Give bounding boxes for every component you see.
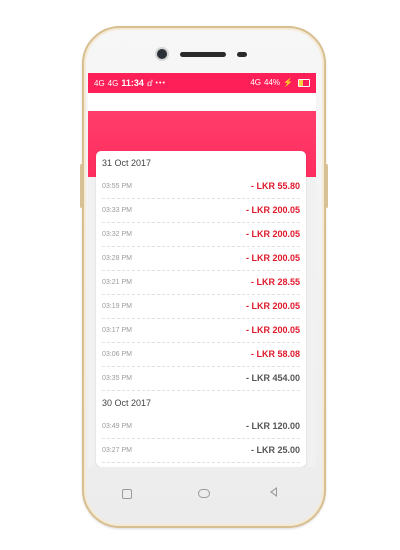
- transaction-amount: - LKR 200.05: [245, 229, 300, 239]
- transaction-row[interactable]: 03:35 PM - LKR 454.00: [102, 367, 300, 391]
- power-button: [325, 164, 328, 208]
- transaction-amount: - LKR 200.05: [245, 205, 300, 215]
- transaction-time: 03:27 PM: [102, 447, 132, 454]
- transaction-row[interactable]: 03:19 PM - LKR 200.05: [102, 295, 300, 319]
- transaction-amount: - LKR 58.08: [250, 349, 300, 359]
- more-notifications-icon: •••: [155, 79, 166, 87]
- transaction-row[interactable]: 03:32 PM - LKR 200.05: [102, 223, 300, 247]
- status-bar-left: 4G 4G 11:34 ⅆ •••: [94, 78, 166, 88]
- earpiece-speaker: [180, 52, 226, 57]
- transaction-time: 03:33 PM: [102, 207, 132, 214]
- navigation-bar: [84, 478, 324, 518]
- transaction-amount: - LKR 120.00: [245, 421, 300, 431]
- transaction-time: 03:55 PM: [102, 183, 132, 190]
- transaction-amount: - LKR 200.05: [245, 325, 300, 335]
- front-camera: [157, 49, 167, 59]
- screen: 4G 4G 11:34 ⅆ ••• 4G 44% ⚡ 31 Oct 2017 0…: [88, 73, 316, 467]
- transaction-row[interactable]: 03:55 PM - LKR 55.80: [102, 175, 300, 199]
- battery-percentage: 44%: [264, 78, 281, 87]
- proximity-sensor: [237, 52, 247, 57]
- transaction-row[interactable]: 03:28 PM - LKR 200.05: [102, 247, 300, 271]
- transaction-amount: - LKR 28.55: [250, 277, 300, 287]
- notification-icon: ⅆ: [146, 78, 153, 88]
- volume-button: [80, 164, 83, 208]
- date-header: 30 Oct 2017: [102, 398, 152, 408]
- transaction-amount: - LKR 55.80: [250, 181, 300, 191]
- transaction-time: 03:32 PM: [102, 231, 132, 238]
- transaction-amount: - LKR 25.00: [250, 445, 300, 455]
- transaction-time: 03:28 PM: [102, 255, 132, 262]
- status-time: 11:34: [121, 78, 144, 88]
- date-header: 31 Oct 2017: [102, 158, 152, 168]
- transaction-amount: - LKR 200.05: [245, 253, 300, 263]
- transaction-row[interactable]: 03:33 PM - LKR 200.05: [102, 199, 300, 223]
- home-icon[interactable]: [198, 489, 210, 498]
- network-label-2: 4G: [107, 78, 119, 88]
- transaction-time: 03:35 PM: [102, 375, 132, 382]
- status-bar: 4G 4G 11:34 ⅆ ••• 4G 44% ⚡: [88, 73, 316, 93]
- transaction-time: 03:17 PM: [102, 327, 132, 334]
- transaction-row[interactable]: 03:49 PM - LKR 120.00: [102, 415, 300, 439]
- network-label-right: 4G: [250, 78, 262, 87]
- transaction-time: 03:49 PM: [102, 423, 132, 430]
- transactions-card: 31 Oct 2017 03:55 PM - LKR 55.80 03:33 P…: [96, 151, 306, 467]
- transaction-amount: - LKR 200.05: [245, 301, 300, 311]
- transaction-time: 03:06 PM: [102, 351, 132, 358]
- network-label-1: 4G: [94, 78, 105, 88]
- transaction-row[interactable]: 03:21 PM - LKR 28.55: [102, 271, 300, 295]
- transaction-amount: - LKR 454.00: [245, 373, 300, 383]
- battery-icon: [298, 78, 310, 87]
- transaction-time: 03:19 PM: [102, 303, 132, 310]
- phone-frame: 4G 4G 11:34 ⅆ ••• 4G 44% ⚡ 31 Oct 2017 0…: [80, 26, 328, 528]
- recents-icon[interactable]: [122, 489, 132, 499]
- transaction-row[interactable]: 03:27 PM - LKR 25.00: [102, 439, 300, 463]
- transaction-time: 03:21 PM: [102, 279, 132, 286]
- charging-icon: ⚡: [283, 78, 293, 87]
- transaction-row[interactable]: 03:17 PM - LKR 200.05: [102, 319, 300, 343]
- app-bar: [88, 93, 316, 111]
- status-bar-right: 4G 44% ⚡: [250, 78, 310, 87]
- back-icon[interactable]: [270, 487, 277, 497]
- transaction-row[interactable]: 03:06 PM - LKR 58.08: [102, 343, 300, 367]
